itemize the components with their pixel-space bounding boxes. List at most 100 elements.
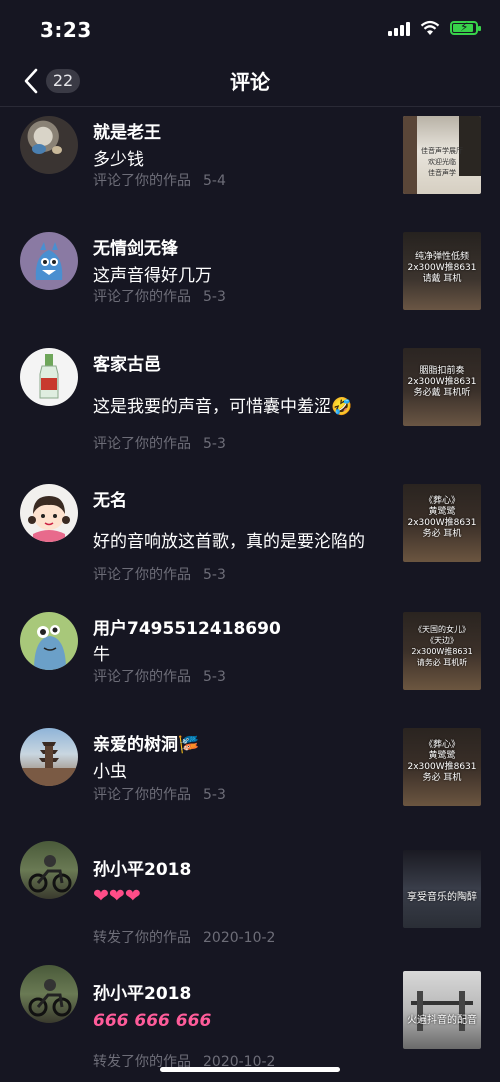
comment-meta: 评论了你的作品 5-3 [93, 784, 226, 804]
video-thumbnail[interactable]: 纯净弹性低频 2x300W推8631 请戴 耳机 [403, 232, 481, 310]
avatar[interactable] [20, 728, 78, 786]
666-emoji-icon: 666 666 666 [93, 1011, 212, 1031]
action-text: 评论了你的作品 [93, 173, 191, 189]
avatar[interactable] [20, 841, 78, 899]
thumbnail-caption: 2x300W推8631 [407, 377, 477, 387]
comment-meta: 评论了你的作品 5-3 [93, 286, 226, 306]
thumbnail-caption: 《天边》 [426, 636, 458, 645]
thumbnail-caption: 《天国的女儿》 [414, 625, 470, 634]
video-thumbnail[interactable]: 胭脂扣前奏 2x300W推8631 务必戴 耳机听 [403, 348, 481, 426]
home-indicator [160, 1067, 340, 1072]
cartoon-creature-icon [34, 625, 66, 670]
comment-meta: 评论了你的作品 5-3 [93, 666, 226, 686]
thumbnail-caption: 纯净弹性低频 [414, 252, 469, 262]
thumbnail-caption: 务必 耳机 [422, 529, 462, 539]
thumbnail-caption: 请戴 耳机 [422, 274, 462, 284]
comment-text: ❤❤❤ [93, 885, 141, 907]
avatar[interactable] [20, 232, 78, 290]
thumbnail-caption: 欢迎光临 [428, 158, 456, 166]
list-item[interactable]: 无名 好的音响放这首歌，真的是要沦陷的 评论了你的作品 5-3 《葬心》 黄鹭鹭 … [0, 475, 500, 597]
comment-date: 5-3 [203, 787, 226, 803]
comment-meta: 转发了你的作品 2020-10-2 [93, 927, 275, 947]
action-text: 评论了你的作品 [93, 669, 191, 685]
comment-date: 5-4 [203, 173, 226, 189]
comment-meta: 评论了你的作品 5-3 [93, 433, 226, 453]
avatar[interactable] [20, 116, 78, 174]
flag-emoji-icon: 🎏 [178, 735, 200, 755]
thumbnail-caption: 务必 耳机 [422, 773, 462, 783]
user-name[interactable]: 亲爱的树洞🎏 [93, 730, 199, 755]
thumbnail-caption: 佳音声学 [428, 169, 456, 177]
thumbnail-caption: 2x300W推8631 [407, 762, 477, 772]
user-name[interactable]: 孙小平2018 [93, 979, 191, 1004]
nav-bar: 22 评论 [0, 56, 500, 107]
list-item[interactable]: 无情剑无锋 这声音得好几万 评论了你的作品 5-3 纯净弹性低频 2x300W推8… [0, 223, 500, 333]
comment-text: 牛 [93, 645, 110, 665]
video-thumbnail[interactable]: 火遍抖音的配音 [403, 971, 481, 1049]
video-thumbnail[interactable]: 《葬心》 黄鹭鹭 2x300W推8631 务必 耳机 [403, 728, 481, 806]
video-thumbnail[interactable]: 佳音声学展厅 欢迎光临 佳音声学 [403, 116, 481, 194]
action-text: 转发了你的作品 [93, 930, 191, 946]
comment-text: 多少钱 [93, 150, 144, 170]
video-thumbnail[interactable]: 享受音乐的陶醉 [403, 850, 481, 928]
avatar[interactable] [20, 348, 78, 406]
thumbnail-caption: 2x300W推8631 [407, 263, 477, 273]
monster-avatar-icon [35, 242, 63, 280]
status-icons: ⚡ [388, 20, 481, 36]
thumbnail-caption: 黄鹭鹭 [428, 751, 456, 761]
comment-date: 5-3 [203, 436, 226, 452]
cellular-signal-icon [388, 20, 410, 36]
action-text: 评论了你的作品 [93, 289, 191, 305]
list-item[interactable]: 客家古邑 这是我要的声音，可惜囊中羞涩🤣 评论了你的作品 5-3 胭脂扣前奏 2x… [0, 339, 500, 469]
list-item[interactable]: 亲爱的树洞🎏 小虫 评论了你的作品 5-3 《葬心》 黄鹭鹭 2x300W推863… [0, 719, 500, 835]
thumbnail-caption: 2x300W推8631 [407, 518, 477, 528]
thumbnail-caption: 享受音乐的陶醉 [407, 892, 477, 903]
thumbnail-caption: 佳音声学展厅 [421, 147, 463, 155]
comment-text: 好的音响放这首歌，真的是要沦陷的 [93, 532, 365, 552]
battery-charging-icon: ⚡ [450, 20, 481, 35]
heart-emoji-icon: ❤ [108, 885, 125, 907]
heart-emoji-icon: ❤ [93, 885, 109, 907]
avatar[interactable] [20, 484, 78, 542]
list-item[interactable]: 用户7495512418690 牛 评论了你的作品 5-3 《天国的女儿》 《天边… [0, 603, 500, 713]
avatar[interactable] [20, 965, 78, 1023]
user-name[interactable]: 无名 [93, 486, 127, 511]
list-item[interactable]: 就是老王 多少钱 评论了你的作品 5-4 佳音声学展厅 欢迎光临 佳音声学 [0, 107, 500, 217]
list-item[interactable]: 孙小平2018 666 666 666 转发了你的作品 2020-10-2 火遍抖… [0, 963, 500, 1082]
comment-date: 5-3 [203, 567, 226, 583]
action-text: 评论了你的作品 [93, 436, 191, 452]
thumbnail-caption: 请务必 耳机听 [416, 658, 468, 667]
thumbnail-caption: 胭脂扣前奏 [419, 366, 465, 376]
status-bar: 3:23 ⚡ [0, 0, 500, 56]
thumbnail-caption: 务必戴 耳机听 [413, 388, 471, 398]
user-name[interactable]: 孙小平2018 [93, 855, 191, 880]
page-title: 评论 [230, 70, 270, 94]
status-time: 3:23 [40, 18, 92, 42]
cartoon-girl-icon [28, 496, 70, 542]
thumbnail-caption: 《葬心》 [423, 496, 460, 506]
action-text: 评论了你的作品 [93, 787, 191, 803]
bottle-icon [39, 354, 59, 399]
user-name[interactable]: 无情剑无锋 [93, 234, 178, 259]
comment-text: 666 666 666 [93, 1011, 211, 1031]
user-name[interactable]: 用户7495512418690 [93, 614, 281, 639]
comment-date: 5-3 [203, 289, 226, 305]
comment-date: 5-3 [203, 669, 226, 685]
heart-emoji-icon: ❤ [124, 885, 141, 907]
comment-text: 小虫 [93, 762, 127, 782]
laughing-emoji-icon: 🤣 [331, 397, 353, 417]
thumbnail-caption: 火遍抖音的配音 [407, 1015, 477, 1026]
avatar[interactable] [20, 612, 78, 670]
video-thumbnail[interactable]: 《葬心》 黄鹭鹭 2x300W推8631 务必 耳机 [403, 484, 481, 562]
comment-date: 2020-10-2 [203, 930, 276, 946]
video-thumbnail[interactable]: 《天国的女儿》 《天边》 2x300W推8631 请务必 耳机听 [403, 612, 481, 690]
thumbnail-caption: 《葬心》 [423, 740, 460, 750]
comment-meta: 评论了你的作品 5-4 [93, 170, 226, 190]
motorcycle-photo-icon [28, 855, 72, 893]
thumbnail-caption: 2x300W推8631 [411, 647, 473, 656]
user-name[interactable]: 客家古邑 [93, 350, 161, 375]
motorcycle-photo-icon [28, 979, 72, 1017]
list-item[interactable]: 孙小平2018 ❤❤❤ 转发了你的作品 2020-10-2 享受音乐的陶醉 [0, 841, 500, 963]
comment-meta: 评论了你的作品 5-3 [93, 564, 226, 584]
user-name[interactable]: 就是老王 [93, 118, 161, 143]
